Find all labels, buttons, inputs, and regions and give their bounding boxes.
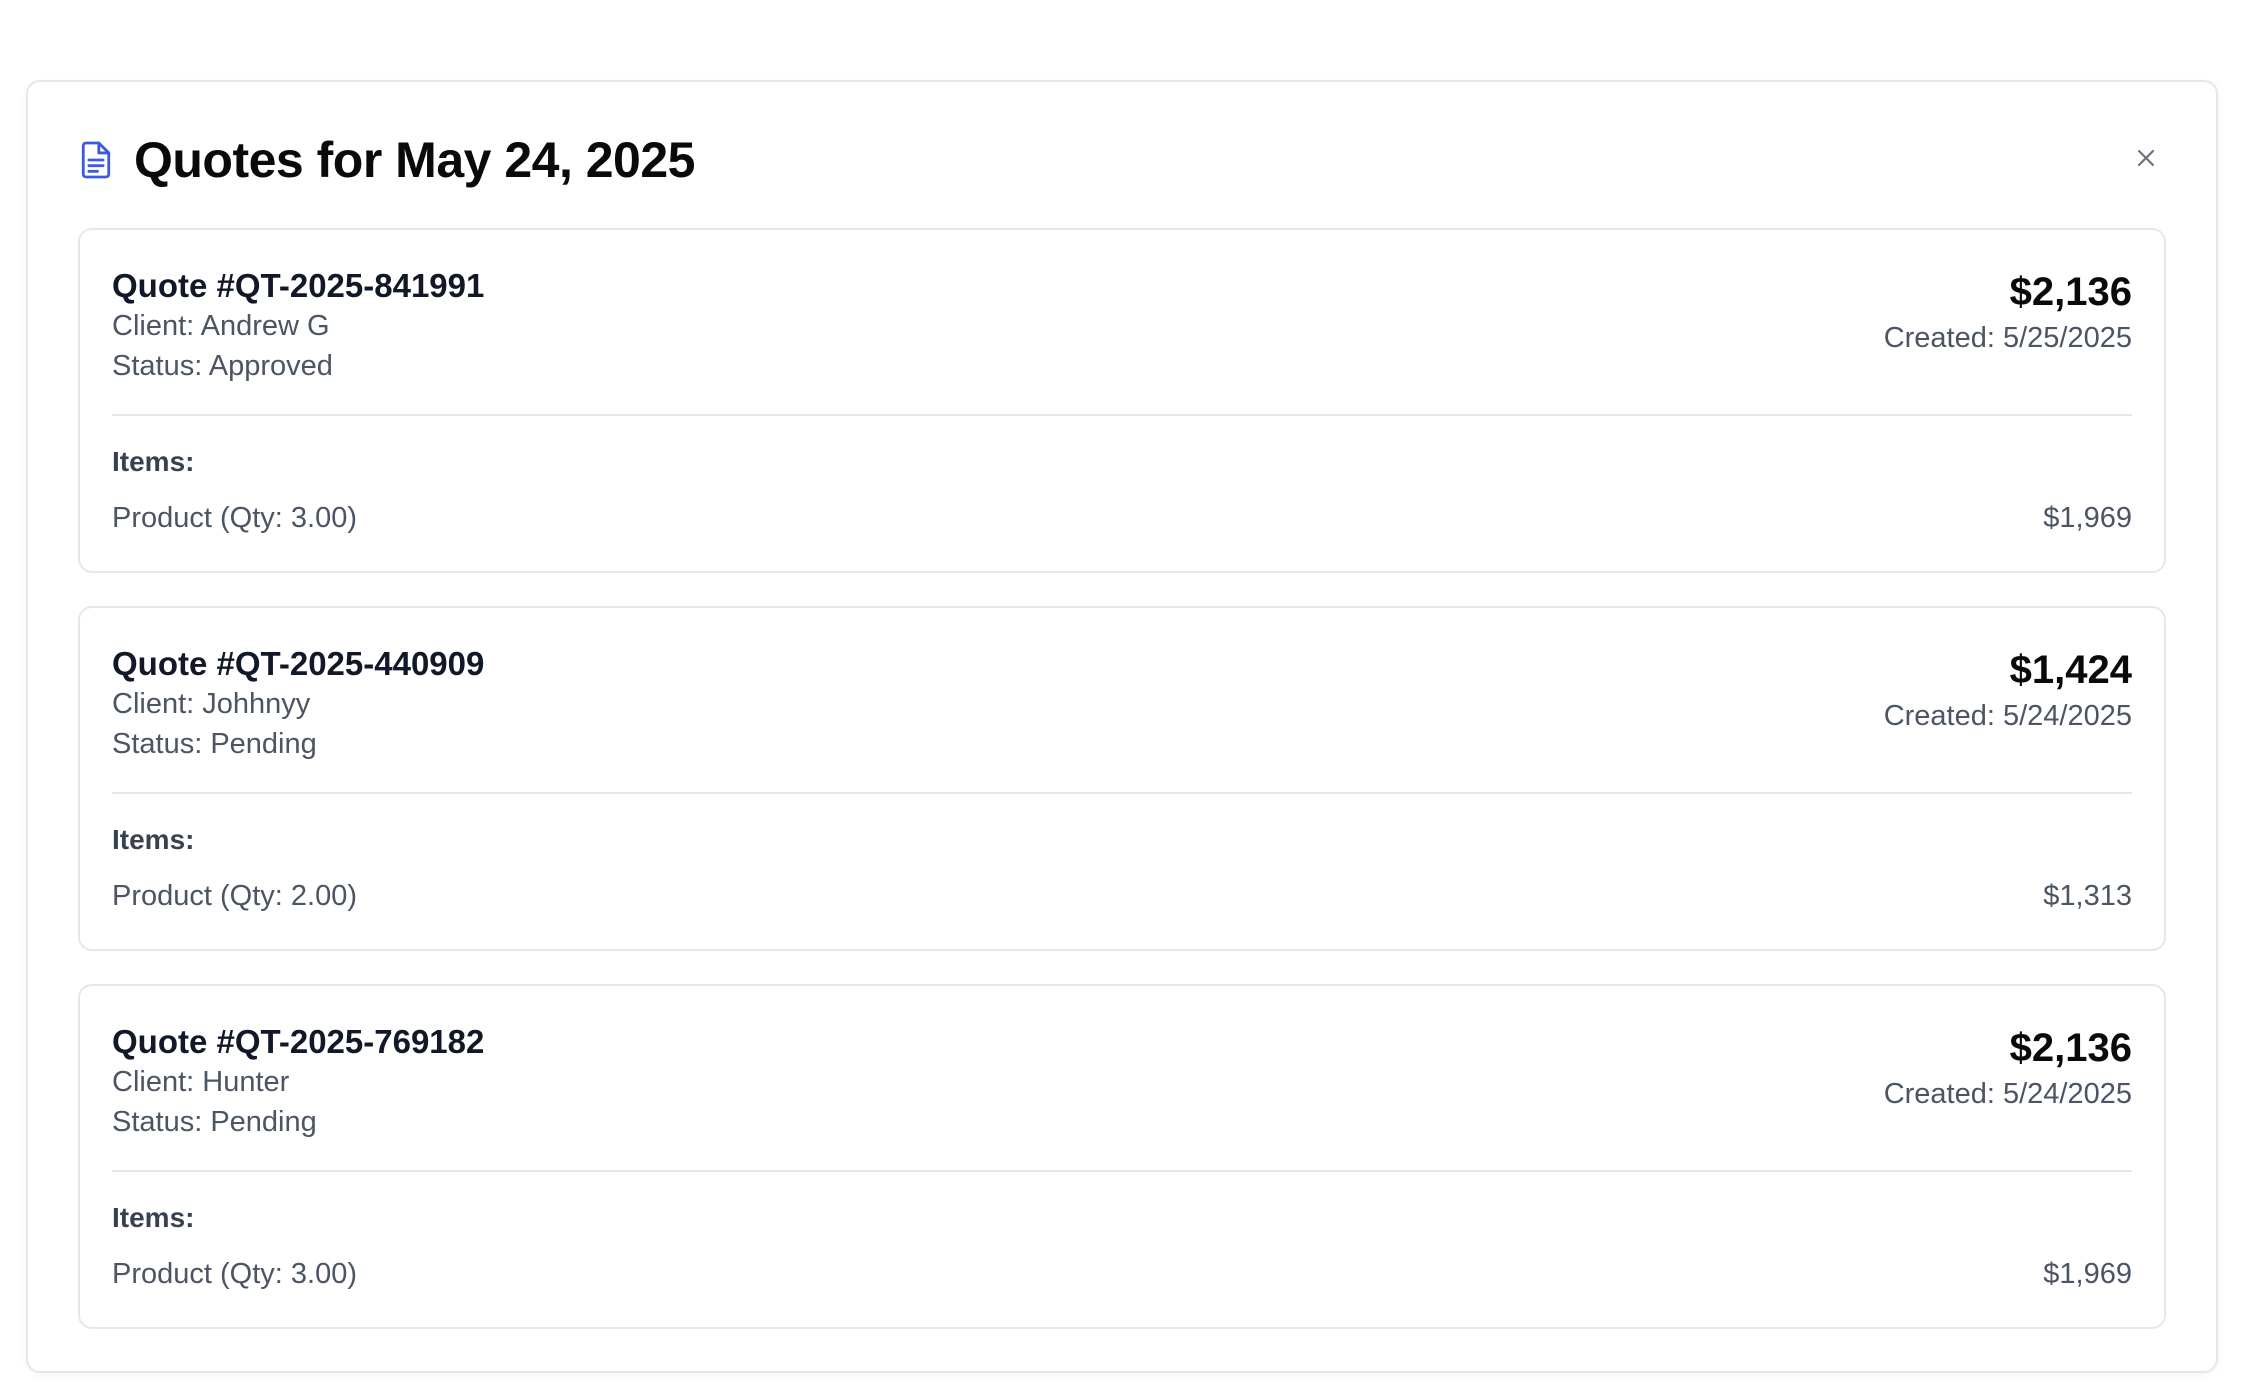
quote-status: Status: Pending bbox=[112, 728, 317, 760]
items-label: Items: bbox=[112, 1202, 195, 1233]
quote-status: Status: Pending bbox=[112, 1106, 317, 1138]
line-item-amount: $1,969 bbox=[2043, 1257, 2132, 1290]
modal-title: Quotes for May 24, 2025 bbox=[134, 132, 695, 188]
quote-totals: $2,136 Created: 5/25/2025 bbox=[1884, 266, 2132, 358]
quote-created-date: Created: 5/24/2025 bbox=[1883, 1078, 2132, 1110]
quote-summary: Quote #QT-2025-841991 Client: Andrew G S… bbox=[112, 266, 2132, 392]
items-label: Items: bbox=[112, 824, 195, 855]
quote-card[interactable]: Quote #QT-2025-440909 Client: Johhnyy St… bbox=[78, 606, 2166, 951]
quote-card[interactable]: Quote #QT-2025-841991 Client: Andrew G S… bbox=[78, 228, 2166, 573]
close-button[interactable] bbox=[2126, 140, 2166, 180]
quote-client: Client: Hunter bbox=[112, 1066, 290, 1098]
line-item-amount: $1,969 bbox=[2043, 501, 2132, 534]
quotes-modal: Quotes for May 24, 2025 Quote #QT-2025-8… bbox=[26, 80, 2218, 1373]
quote-card[interactable]: Quote #QT-2025-769182 Client: Hunter Sta… bbox=[78, 984, 2166, 1329]
line-item-name: Product (Qty: 3.00) bbox=[112, 1257, 357, 1290]
quote-client: Client: Johhnyy bbox=[112, 688, 311, 720]
quote-number: Quote #QT-2025-769182 bbox=[112, 1023, 485, 1060]
quote-status: Status: Approved bbox=[112, 350, 333, 382]
quote-totals: $2,136 Created: 5/24/2025 bbox=[1884, 1022, 2132, 1114]
quote-client: Client: Andrew G bbox=[112, 310, 330, 342]
close-icon[interactable] bbox=[2134, 146, 2158, 175]
quote-created-date: Created: 5/25/2025 bbox=[1883, 322, 2132, 354]
line-item: Product (Qty: 2.00) $1,313 bbox=[112, 876, 2132, 916]
quote-created-date: Created: 5/24/2025 bbox=[1883, 700, 2132, 732]
quote-totals: $1,424 Created: 5/24/2025 bbox=[1884, 644, 2132, 736]
quote-total: $1,424 bbox=[2009, 648, 2132, 692]
quotes-list: Quote #QT-2025-841991 Client: Andrew G S… bbox=[78, 228, 2166, 1362]
divider bbox=[112, 414, 2132, 416]
quote-number: Quote #QT-2025-841991 bbox=[112, 267, 485, 304]
line-item: Product (Qty: 3.00) $1,969 bbox=[112, 498, 2132, 538]
divider bbox=[112, 792, 2132, 794]
items-label: Items: bbox=[112, 446, 195, 477]
document-icon bbox=[78, 140, 114, 180]
modal-header: Quotes for May 24, 2025 bbox=[78, 126, 2166, 194]
divider bbox=[112, 1170, 2132, 1172]
line-item-amount: $1,313 bbox=[2043, 879, 2132, 912]
quote-summary: Quote #QT-2025-440909 Client: Johhnyy St… bbox=[112, 644, 2132, 770]
line-item: Product (Qty: 3.00) $1,969 bbox=[112, 1254, 2132, 1294]
line-item-name: Product (Qty: 2.00) bbox=[112, 879, 357, 912]
quote-total: $2,136 bbox=[2009, 270, 2132, 314]
quote-number: Quote #QT-2025-440909 bbox=[112, 645, 485, 682]
quote-total: $2,136 bbox=[2009, 1026, 2132, 1070]
quote-summary: Quote #QT-2025-769182 Client: Hunter Sta… bbox=[112, 1022, 2132, 1148]
line-item-name: Product (Qty: 3.00) bbox=[112, 501, 357, 534]
